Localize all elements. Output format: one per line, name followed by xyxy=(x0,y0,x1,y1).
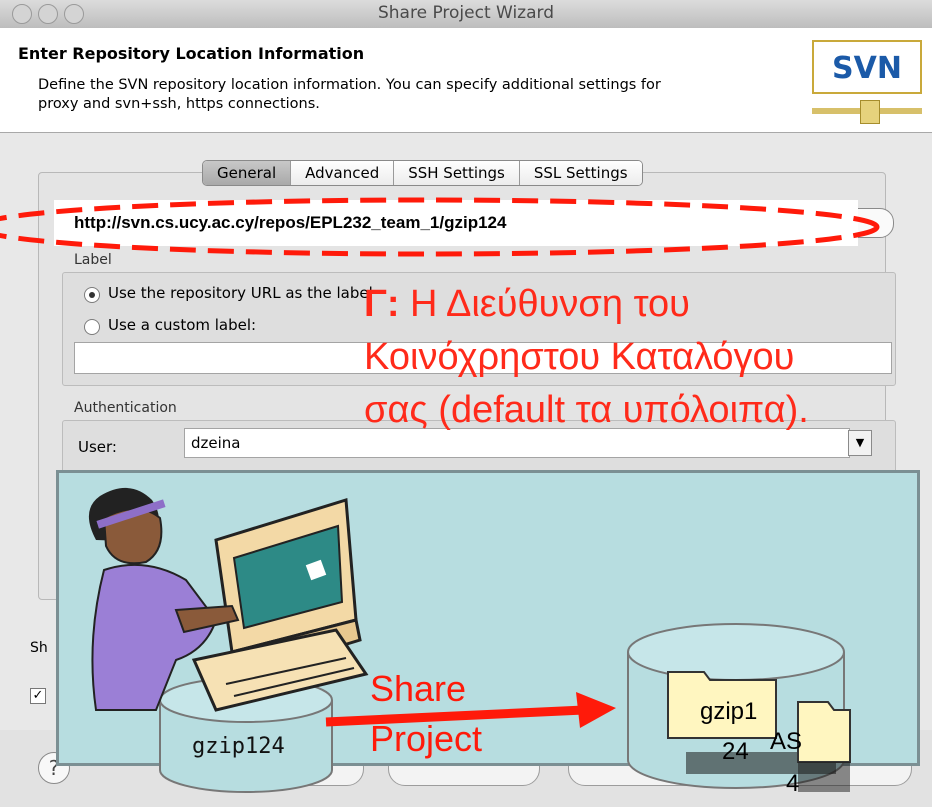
user-value: dzeina xyxy=(191,434,241,452)
tab-general[interactable]: General xyxy=(203,161,292,185)
second-folder-label: AS 4 xyxy=(770,728,803,797)
share-checkbox[interactable]: ✓ xyxy=(30,688,46,704)
radio-custom-text: Use a custom label: xyxy=(108,316,257,334)
radio-repo-url-label[interactable] xyxy=(84,287,100,303)
remote-folder-label: gzip1 24 xyxy=(700,698,758,765)
radio-repo-url-text: Use the repository URL as the label xyxy=(108,284,373,302)
svn-logo: SVN xyxy=(812,40,922,128)
svn-logo-text: SVN xyxy=(812,40,922,94)
window-titlebar: Share Project Wizard xyxy=(0,0,932,29)
auth-group-title: Authentication xyxy=(74,400,177,416)
url-highlight-ellipse xyxy=(0,197,880,257)
annotation-line2: Κοινόχρηστου Καταλόγου xyxy=(364,336,795,378)
annotation-text: Γ: Η Διεύθυνση του Κοινόχρηστου Καταλόγο… xyxy=(364,278,809,437)
computer-icon xyxy=(191,498,369,712)
wizard-header: Enter Repository Location Information De… xyxy=(0,28,932,133)
tab-ssh-settings[interactable]: SSH Settings xyxy=(394,161,520,185)
user-label: User: xyxy=(78,438,117,456)
tab-ssl-settings[interactable]: SSL Settings xyxy=(519,161,642,185)
window-title: Share Project Wizard xyxy=(377,3,554,23)
tab-bar: General Advanced SSH Settings SSL Settin… xyxy=(202,160,643,186)
share-project-label: Share Project xyxy=(370,668,483,759)
folder-icon xyxy=(797,701,851,792)
share-section-label: Sh xyxy=(30,640,48,656)
annotation-prefix: Γ: xyxy=(364,283,400,325)
page-description: Define the SVN repository location infor… xyxy=(38,77,661,112)
annotation-line1: Η Διεύθυνση του xyxy=(399,283,690,325)
page-title: Enter Repository Location Information xyxy=(18,44,365,63)
user-dropdown-icon[interactable]: ▼ xyxy=(848,430,872,456)
annotation-line3: σας (default τα υπόλοιπα). xyxy=(364,389,809,431)
tab-advanced[interactable]: Advanced xyxy=(291,161,395,185)
local-project-label: gzip124 xyxy=(192,734,285,759)
radio-custom-label[interactable] xyxy=(84,319,100,335)
label-group-title: Label xyxy=(74,252,112,268)
